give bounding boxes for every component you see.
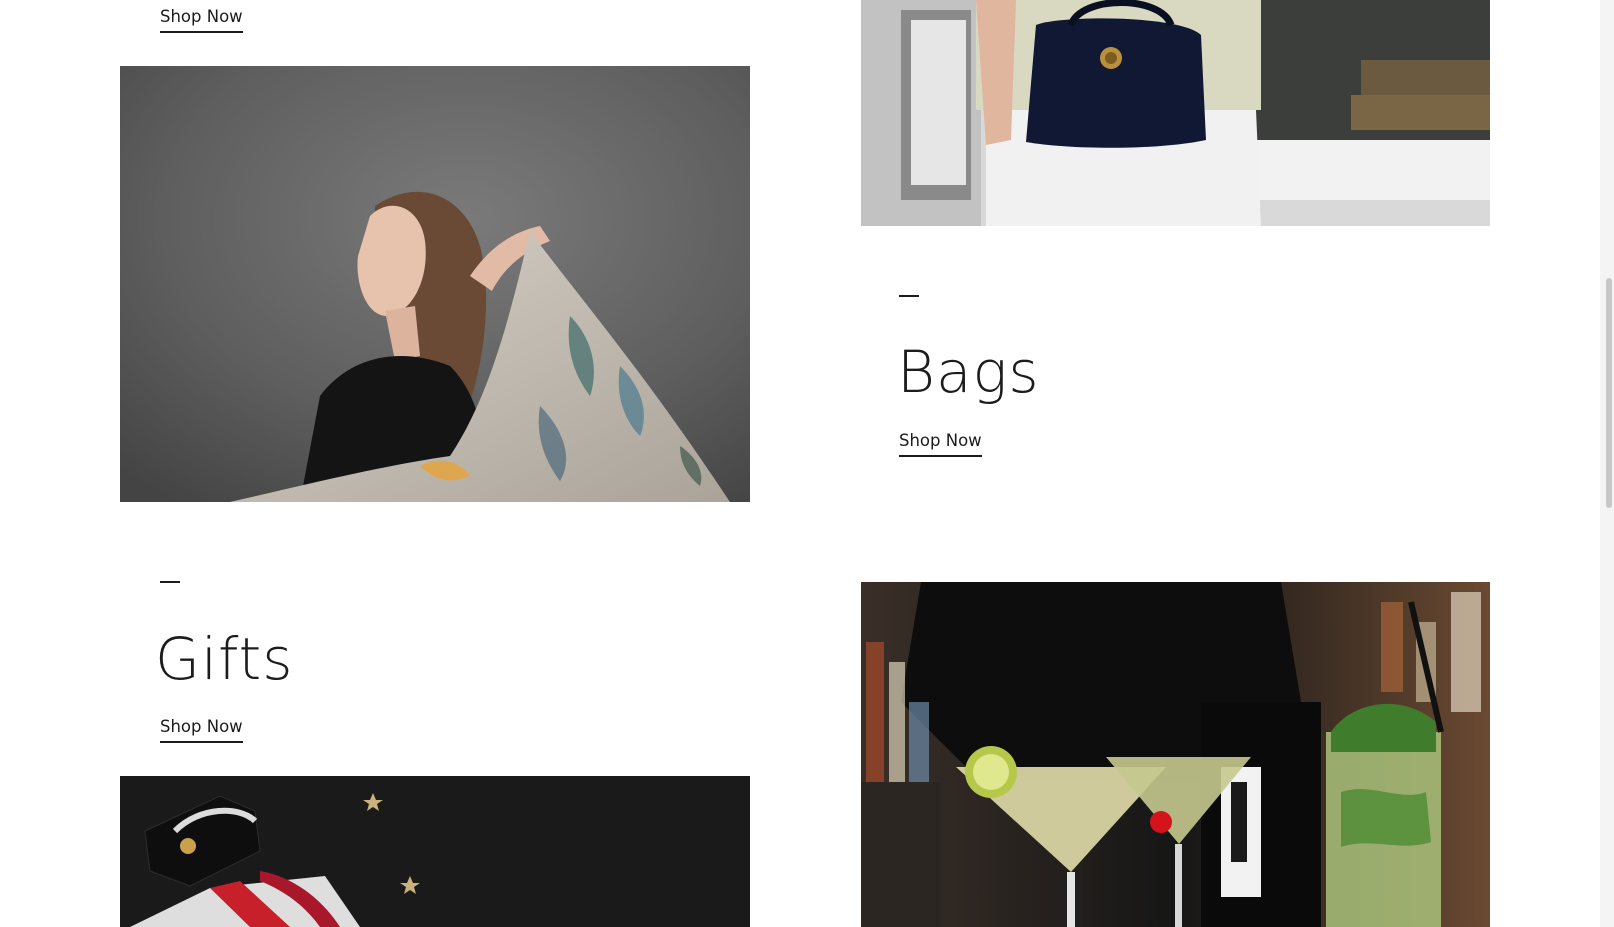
scarf-image[interactable] bbox=[120, 66, 750, 502]
page: Shop Now Bags Shop Now Gifts Shop Now bbox=[0, 0, 1614, 927]
bags-photo bbox=[861, 0, 1490, 226]
gifts-photo bbox=[120, 776, 750, 927]
bar-photo bbox=[861, 582, 1490, 927]
shop-now-link-bags[interactable]: Shop Now bbox=[899, 431, 982, 458]
gifts-title: Gifts bbox=[155, 625, 294, 693]
bags-title: Bags bbox=[897, 338, 1040, 406]
gifts-dash bbox=[160, 581, 180, 583]
gifts-image[interactable] bbox=[120, 776, 750, 927]
scarf-photo bbox=[120, 66, 750, 502]
bags-image[interactable] bbox=[861, 0, 1490, 226]
shop-now-link-top[interactable]: Shop Now bbox=[160, 7, 243, 34]
bar-image[interactable] bbox=[861, 582, 1490, 927]
scrollbar-thumb[interactable] bbox=[1606, 278, 1612, 508]
bags-dash bbox=[899, 295, 919, 297]
shop-now-link-gifts[interactable]: Shop Now bbox=[160, 717, 243, 744]
